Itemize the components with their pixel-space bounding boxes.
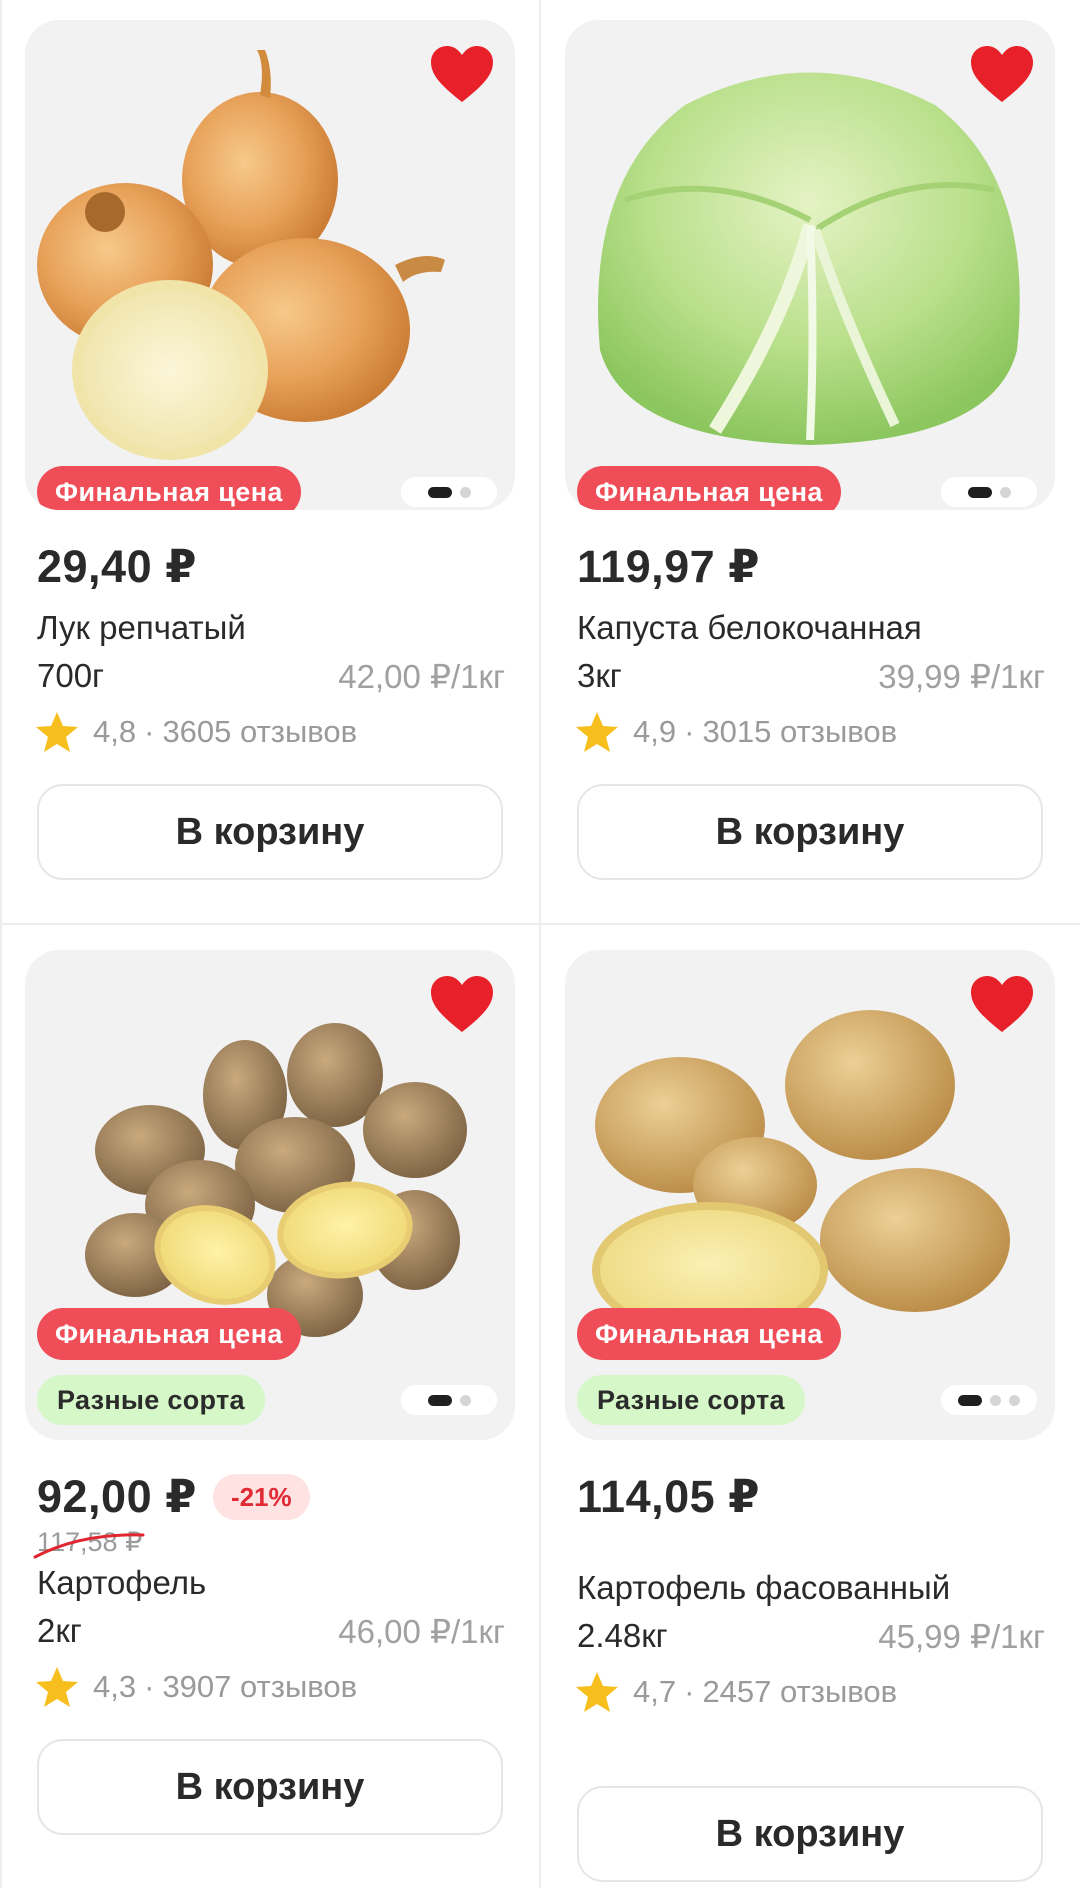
unit-price: 45,99 ₽/1кг	[878, 1618, 1045, 1655]
product-price: 29,40 ₽	[37, 541, 197, 592]
product-price: 114,05 ₽	[577, 1471, 760, 1522]
product-card-packaged-potato[interactable]: Финальная цена Разные сорта 114,05 ₽ Кар…	[565, 950, 1055, 1882]
heart-icon[interactable]	[971, 46, 1033, 104]
rating-separator: ·	[144, 1669, 155, 1704]
product-grid: Финальная цена 29,40 ₽ Лук репчатый 700г…	[0, 0, 1080, 1888]
star-icon	[576, 1672, 618, 1712]
old-price: 117,58 ₽	[25, 1527, 145, 1559]
product-weight: 3кг	[577, 657, 622, 694]
product-name[interactable]: Капуста белокочанная	[565, 609, 1055, 647]
unit-price: 46,00 ₽/1кг	[338, 1613, 505, 1650]
product-name[interactable]: Лук репчатый	[25, 609, 515, 647]
product-meta: 700г 42,00 ₽/1кг	[25, 657, 515, 696]
heart-icon[interactable]	[431, 46, 493, 104]
rating-value: 4,8	[93, 714, 137, 749]
rating-row[interactable]: 4,8 · 3605 отзывов	[25, 710, 515, 754]
star-icon	[576, 712, 618, 752]
product-card-onion[interactable]: Финальная цена 29,40 ₽ Лук репчатый 700г…	[25, 20, 515, 880]
rating-row[interactable]: 4,3 · 3907 отзывов	[25, 1665, 515, 1709]
rating-row[interactable]: 4,7 · 2457 отзывов	[565, 1670, 1055, 1714]
product-image-area[interactable]: Финальная цена	[565, 20, 1055, 510]
carousel-dots[interactable]	[401, 477, 497, 507]
carousel-dot-active[interactable]	[967, 486, 992, 498]
price-row: 114,05 ₽	[565, 1470, 1055, 1523]
product-weight: 2кг	[37, 1612, 82, 1649]
rating-value: 4,3	[93, 1669, 137, 1704]
product-card-potato[interactable]: Финальная цена Разные сорта 92,00 ₽ -21%…	[25, 950, 515, 1835]
product-weight: 700г	[37, 657, 105, 694]
review-count: 3015 отзывов	[702, 714, 898, 749]
heart-icon[interactable]	[971, 976, 1033, 1034]
product-card-cabbage[interactable]: Финальная цена 119,97 ₽ Капуста белокоча…	[565, 20, 1055, 880]
product-image-area[interactable]: Финальная цена Разные сорта	[25, 950, 515, 1440]
carousel-dot[interactable]	[999, 486, 1011, 498]
rating-separator: ·	[684, 1674, 695, 1709]
product-image-area[interactable]: Финальная цена	[25, 20, 515, 510]
final-price-badge: Финальная цена	[37, 1308, 301, 1360]
strikethrough-mark	[33, 1533, 145, 1559]
final-price-badge: Финальная цена	[37, 466, 301, 510]
grid-edge	[0, 0, 2, 1888]
unit-price: 39,99 ₽/1кг	[878, 658, 1045, 695]
rating-row[interactable]: 4,9 · 3015 отзывов	[565, 710, 1055, 754]
heart-icon[interactable]	[431, 976, 493, 1034]
rating-separator: ·	[684, 714, 695, 749]
carousel-dot[interactable]	[990, 1394, 1001, 1406]
carousel-dots[interactable]	[941, 1385, 1037, 1415]
final-price-badge: Финальная цена	[577, 466, 841, 510]
unit-price: 42,00 ₽/1кг	[338, 658, 505, 695]
rating-separator: ·	[144, 714, 155, 749]
row-divider	[0, 923, 1080, 925]
carousel-dot[interactable]	[1009, 1394, 1020, 1406]
discount-badge: -21%	[212, 1473, 310, 1520]
carousel-dots[interactable]	[941, 477, 1037, 507]
rating-value: 4,9	[633, 714, 677, 749]
carousel-dot-active[interactable]	[427, 1394, 452, 1406]
variety-badge: Разные сорта	[577, 1375, 805, 1425]
final-price-badge: Финальная цена	[577, 1308, 841, 1360]
product-name[interactable]: Картофель	[25, 1564, 515, 1602]
carousel-dots[interactable]	[401, 1385, 497, 1415]
add-to-cart-button[interactable]: В корзину	[577, 1786, 1043, 1882]
product-image-area[interactable]: Финальная цена Разные сорта	[565, 950, 1055, 1440]
product-weight: 2.48кг	[577, 1617, 668, 1654]
carousel-dot-active[interactable]	[427, 486, 452, 498]
add-to-cart-button[interactable]: В корзину	[577, 784, 1043, 880]
product-price: 119,97 ₽	[577, 541, 760, 592]
carousel-dot[interactable]	[459, 1394, 471, 1406]
rating-value: 4,7	[633, 1674, 677, 1709]
product-name[interactable]: Картофель фасованный	[565, 1569, 1055, 1607]
add-to-cart-button[interactable]: В корзину	[37, 784, 503, 880]
product-price: 92,00 ₽	[37, 1471, 197, 1522]
product-meta: 3кг 39,99 ₽/1кг	[565, 657, 1055, 696]
add-to-cart-button[interactable]: В корзину	[37, 1739, 503, 1835]
variety-badge: Разные сорта	[37, 1375, 265, 1425]
product-meta: 2.48кг 45,99 ₽/1кг	[565, 1617, 1055, 1656]
price-row: 92,00 ₽ -21%	[25, 1470, 515, 1523]
review-count: 3605 отзывов	[162, 714, 358, 749]
star-icon	[36, 712, 78, 752]
carousel-dot-active[interactable]	[958, 1394, 982, 1406]
price-row: 29,40 ₽	[25, 540, 515, 593]
review-count: 2457 отзывов	[702, 1674, 898, 1709]
price-row: 119,97 ₽	[565, 540, 1055, 593]
column-divider	[539, 0, 541, 1888]
star-icon	[36, 1667, 78, 1707]
review-count: 3907 отзывов	[162, 1669, 358, 1704]
carousel-dot[interactable]	[459, 486, 471, 498]
product-meta: 2кг 46,00 ₽/1кг	[25, 1612, 515, 1651]
